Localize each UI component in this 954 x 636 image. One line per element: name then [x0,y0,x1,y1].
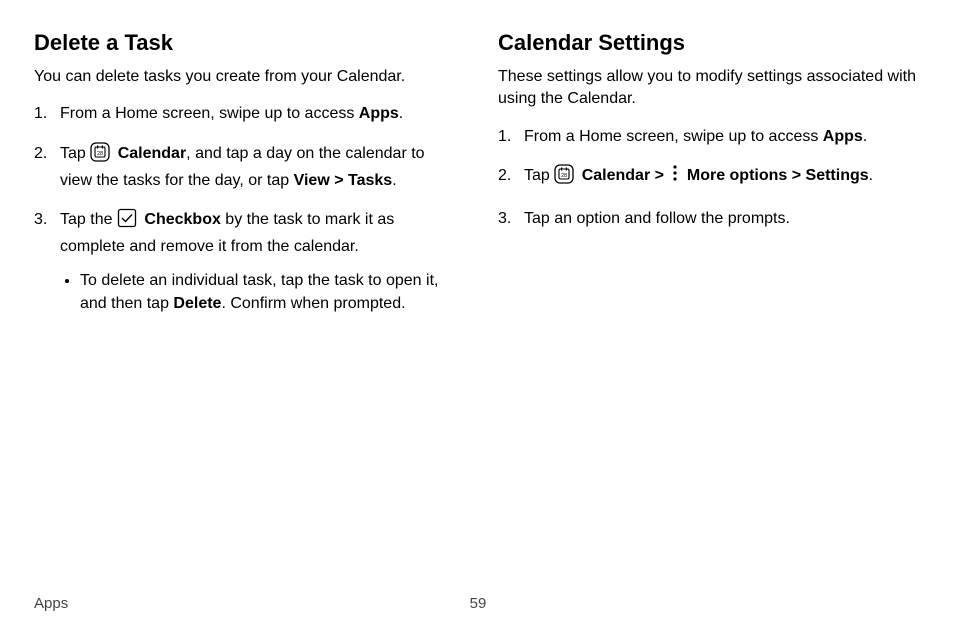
bullet-item: To delete an individual task, tap the ta… [80,270,458,315]
step-item: Tap an option and follow the prompts. [498,207,922,230]
step-item: From a Home screen, swipe up to access A… [34,102,458,125]
footer-section-label: Apps [34,595,68,612]
step-text: Tap an option and follow the prompts. [524,210,790,227]
checkbox-label: Checkbox [144,211,220,228]
bullet-text: . Confirm when prompted. [221,295,405,312]
tasks-label: Tasks [348,172,392,189]
svg-text:28: 28 [561,173,567,179]
step-item: Tap 28 Calendar, and tap a day on the ca… [34,142,458,192]
left-column: Delete a Task You can delete tasks you c… [34,30,458,331]
breadcrumb-separator: > [330,172,348,189]
view-label: View [294,172,330,189]
calendar-label: Calendar [582,167,650,184]
apps-label: Apps [359,105,399,122]
intro-text: You can delete tasks you create from you… [34,66,458,88]
heading-delete-task: Delete a Task [34,30,458,56]
page-number: 59 [470,595,487,612]
step-text: Tap [524,167,554,184]
step-text: . [392,172,396,189]
calendar-icon: 28 [90,142,110,169]
step-text: From a Home screen, swipe up to access [60,105,359,122]
page-footer: Apps 59 [34,595,922,612]
more-options-label: More options [687,167,787,184]
step-text: . [399,105,403,122]
heading-calendar-settings: Calendar Settings [498,30,922,56]
document-page: Delete a Task You can delete tasks you c… [0,0,954,636]
two-column-layout: Delete a Task You can delete tasks you c… [34,30,922,331]
step-text: Tap [60,145,90,162]
calendar-icon: 28 [554,164,574,191]
footer-row: Apps 59 [34,595,922,612]
delete-label: Delete [173,295,221,312]
step-item: Tap the Checkbox by the task to mark it … [34,208,458,315]
breadcrumb-separator: > [787,167,805,184]
apps-label: Apps [823,128,863,145]
right-column: Calendar Settings These settings allow y… [498,30,922,331]
settings-label: Settings [806,167,869,184]
calendar-label: Calendar [118,145,186,162]
more-options-icon [671,164,679,189]
step-text: From a Home screen, swipe up to access [524,128,823,145]
intro-text: These settings allow you to modify setti… [498,66,922,111]
sub-bullet-list: To delete an individual task, tap the ta… [60,270,458,315]
step-text: . [863,128,867,145]
step-item: Tap 28 Calendar > More options > Setting… [498,164,922,191]
step-text: Tap the [60,211,117,228]
step-text: . [869,167,873,184]
checkbox-icon [117,208,137,235]
steps-list: From a Home screen, swipe up to access A… [34,102,458,315]
svg-text:28: 28 [97,151,103,157]
step-item: From a Home screen, swipe up to access A… [498,125,922,148]
breadcrumb-separator: > [650,167,668,184]
steps-list: From a Home screen, swipe up to access A… [498,125,922,231]
